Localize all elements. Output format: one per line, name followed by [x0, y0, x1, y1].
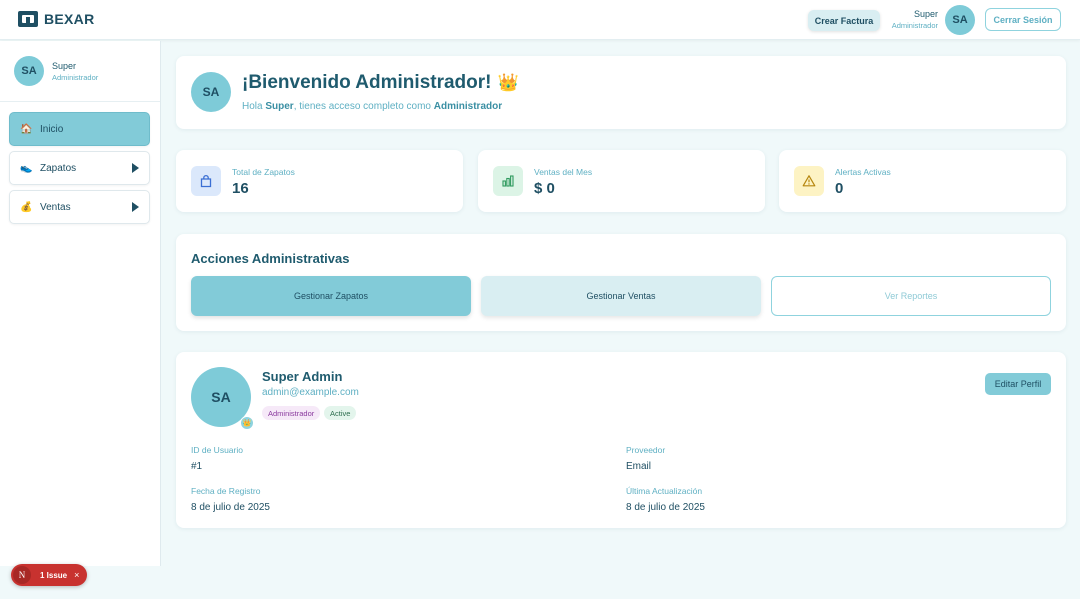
chart-icon [493, 166, 523, 196]
profile-name: Super Admin [262, 369, 343, 384]
field-value-provider: Email [626, 461, 652, 472]
greeting-name: Super [265, 101, 294, 112]
stat-label: Ventas del Mes [534, 167, 593, 177]
welcome-title-text: ¡Bienvenido Administrador! [242, 72, 492, 93]
header-user-info: Super Administrador [884, 9, 938, 30]
manage-sales-button[interactable]: Gestionar Ventas [481, 276, 761, 316]
dev-issues-badge[interactable]: N 1 Issue × [11, 564, 87, 586]
shoe-icon: 👟 [20, 162, 33, 174]
brand-logo[interactable]: BEXAR [18, 11, 95, 27]
sidebar-user: SA Super Administrador [0, 41, 160, 102]
sidebar-item-zapatos[interactable]: 👟 Zapatos [9, 151, 150, 185]
greeting-role: Administrador [433, 101, 503, 112]
brand-name: BEXAR [44, 11, 95, 27]
field-label-provider: Proveedor [626, 445, 666, 455]
chevron-right-icon [132, 202, 139, 212]
stat-card-monthly-sales: Ventas del Mes $ 0 [478, 150, 765, 212]
bag-icon [191, 166, 221, 196]
field-value-user-id: #1 [191, 461, 203, 472]
section-title: Acciones Administrativas [191, 251, 350, 266]
logout-button[interactable]: Cerrar Sesión [985, 8, 1061, 31]
money-bag-icon: 💰 [20, 201, 33, 213]
warning-icon [794, 166, 824, 196]
profile-card: SA 👑 Super Admin admin@example.com Admin… [176, 352, 1066, 528]
field-label-updated: Última Actualización [626, 486, 703, 496]
stat-label: Total de Zapatos [232, 167, 295, 177]
stat-value: $ 0 [534, 180, 555, 197]
stat-value: 16 [232, 180, 249, 197]
nextjs-logo-icon: N [13, 566, 31, 584]
sidebar: SA Super Administrador 🏠 Inicio 👟 Zapato… [0, 41, 161, 566]
welcome-avatar: SA [191, 72, 231, 112]
header-user-name: Super [913, 9, 938, 19]
view-reports-button[interactable]: Ver Reportes [771, 276, 1051, 316]
home-icon: 🏠 [20, 123, 33, 135]
manage-shoes-button[interactable]: Gestionar Zapatos [191, 276, 471, 316]
sidebar-item-inicio[interactable]: 🏠 Inicio [9, 112, 150, 146]
welcome-card: SA ¡Bienvenido Administrador! 👑 Hola Supe… [176, 56, 1066, 129]
sidebar-item-label: Zapatos [40, 162, 77, 174]
page-title: ¡Bienvenido Administrador! 👑 [242, 72, 519, 94]
sidebar-item-label: Inicio [40, 123, 64, 135]
create-invoice-button[interactable]: Crear Factura [808, 10, 880, 31]
sidebar-avatar: SA [14, 56, 44, 86]
role-badge: Administrador [262, 406, 321, 420]
field-label-user-id: ID de Usuario [191, 445, 243, 455]
welcome-subtitle: Hola Super, tienes acceso completo como … [242, 101, 502, 112]
stat-label: Alertas Activas [835, 167, 891, 177]
profile-email: admin@example.com [262, 387, 359, 398]
sidebar-item-label: Ventas [40, 201, 71, 213]
sidebar-user-role: Administrador [52, 73, 99, 82]
field-value-registered: 8 de julio de 2025 [191, 502, 270, 513]
sidebar-item-ventas[interactable]: 💰 Ventas [9, 190, 150, 224]
header-user-role: Administrador [891, 21, 938, 30]
status-badge: Active [324, 406, 357, 420]
store-icon [18, 11, 38, 27]
stat-value: 0 [835, 180, 844, 197]
crown-icon: 👑 [497, 73, 519, 92]
admin-actions-card: Acciones Administrativas Gestionar Zapat… [176, 234, 1066, 331]
edit-profile-button[interactable]: Editar Perfil [985, 373, 1051, 395]
crown-badge-icon: 👑 [240, 416, 254, 430]
close-icon[interactable]: × [74, 570, 79, 580]
field-label-registered: Fecha de Registro [191, 486, 261, 496]
issue-count: 1 Issue [40, 570, 68, 580]
sidebar-user-name: Super [52, 61, 77, 71]
stat-card-active-alerts: Alertas Activas 0 [779, 150, 1066, 212]
stat-card-total-shoes: Total de Zapatos 16 [176, 150, 463, 212]
chevron-right-icon [132, 163, 139, 173]
header-avatar[interactable]: SA [945, 5, 975, 35]
top-header: BEXAR Crear Factura Super Administrador … [0, 0, 1080, 40]
field-value-updated: 8 de julio de 2025 [626, 502, 705, 513]
greeting-middle: , tienes acceso completo como [293, 101, 434, 112]
greeting-prefix: Hola [242, 101, 266, 112]
